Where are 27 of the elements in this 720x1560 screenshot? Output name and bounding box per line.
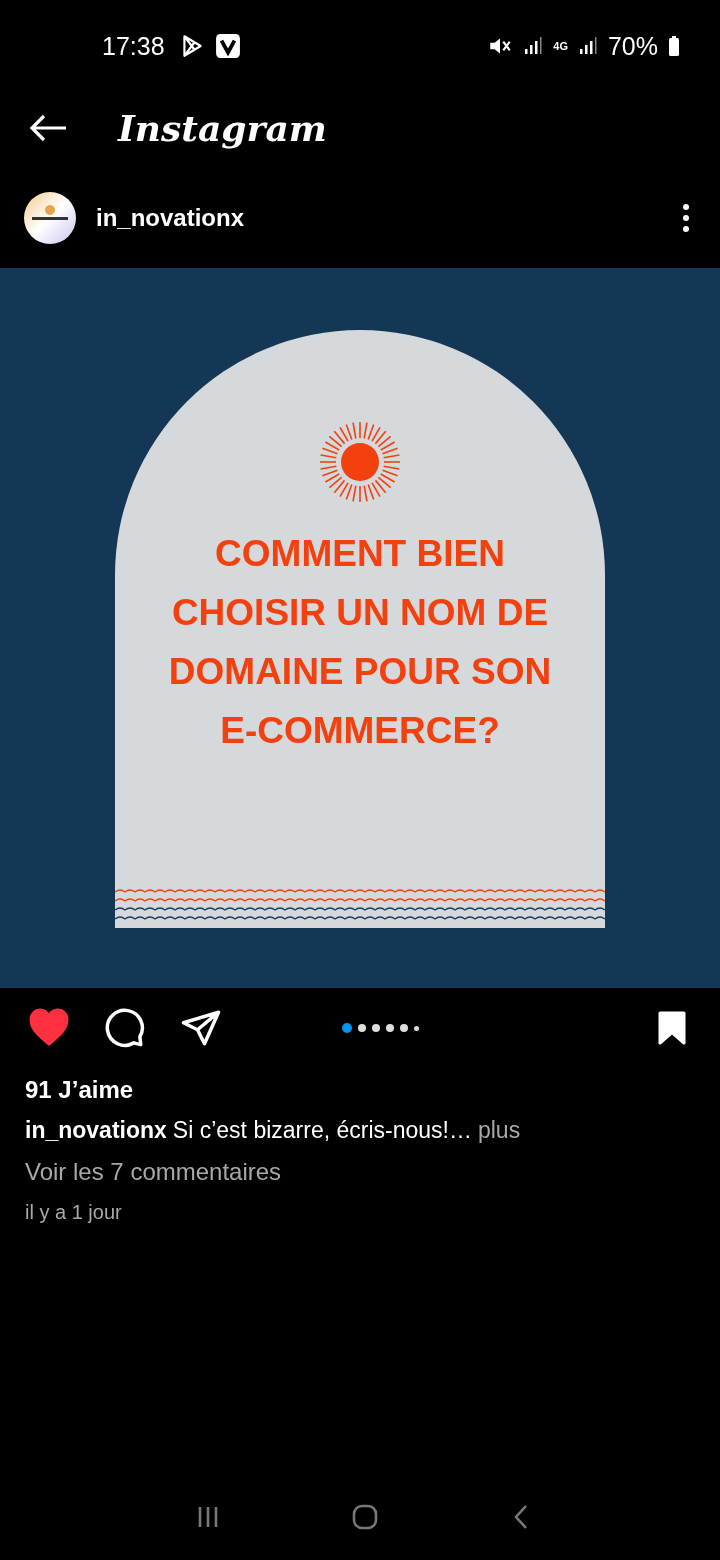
post-title-line: COMMENT BIEN <box>215 532 505 576</box>
post-title-line: DOMAINE POUR SON <box>168 650 552 694</box>
post-username[interactable]: in_novationx <box>96 204 662 232</box>
sun-icon <box>318 420 402 504</box>
likes-count[interactable]: 91 J’aime <box>25 1070 134 1110</box>
comment-icon[interactable] <box>104 1007 146 1049</box>
post-title-line: CHOISIR UN NOM DE <box>171 591 549 635</box>
caption-username[interactable]: in_novationx <box>25 1110 167 1150</box>
avatar[interactable] <box>24 192 76 244</box>
send-icon[interactable] <box>180 1007 222 1049</box>
signal-icon <box>577 36 598 56</box>
more-options-icon[interactable] <box>682 203 690 233</box>
battery-level: 70% <box>607 31 658 61</box>
signal-icon <box>523 36 544 56</box>
heart-icon[interactable] <box>28 1007 70 1049</box>
view-comments-link[interactable]: Voir les 7 commentaires <box>25 1150 282 1194</box>
more-link[interactable]: plus <box>477 1110 521 1150</box>
back-icon[interactable] <box>28 113 68 143</box>
caption-text: Si c’est bizarre, écris-nous!… <box>172 1116 472 1145</box>
app-title: Instagram <box>118 107 327 149</box>
home-icon[interactable] <box>351 1503 379 1531</box>
post-time: il y a 1 jour <box>25 1200 122 1225</box>
battery-icon <box>668 36 680 56</box>
network-label: 4G <box>553 40 568 52</box>
post-title-line: E-COMMERCE? <box>220 709 500 753</box>
app-icon <box>214 33 241 59</box>
status-time: 17:38 <box>102 31 165 61</box>
